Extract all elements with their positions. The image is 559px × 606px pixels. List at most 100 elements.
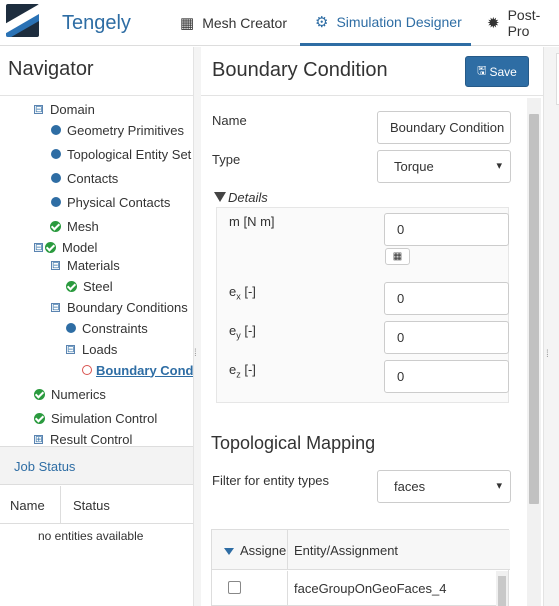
gears-icon: ⚙ (315, 13, 329, 31)
field-label-ex: ex [-] (229, 284, 256, 302)
brand-name: Tengely (62, 12, 131, 34)
check-icon (50, 220, 61, 232)
tree-item-result-control[interactable]: ⊞ Result Control (34, 429, 132, 444)
tab-label: Simulation Designer (336, 13, 462, 30)
tree-item-contacts[interactable]: Contacts (51, 168, 118, 188)
tree-item-label: Geometry Primitives (67, 122, 185, 138)
column-header-assigned[interactable]: Assigne (224, 543, 286, 558)
tree-item-label: Topological Entity Set (67, 146, 192, 162)
ex-input[interactable]: 0 (384, 282, 509, 315)
tab-mesh-creator[interactable]: ▦ Mesh Creator (180, 0, 287, 46)
status-dot-icon (51, 149, 61, 159)
tree-item-simulation-control[interactable]: Simulation Control (34, 408, 157, 428)
drag-handle-icon[interactable]: ⁞ (194, 348, 197, 359)
top-bar: Tengely ▦ Mesh Creator ⚙ Simulation Desi… (0, 0, 559, 46)
tree-item-steel[interactable]: Steel (66, 276, 113, 296)
entity-name: faceGroupOnGeoFaces_4 (287, 571, 446, 606)
save-label: Save (489, 64, 517, 79)
column-header-entity[interactable]: Entity/Assignment (287, 530, 398, 570)
scrollbar-thumb[interactable] (529, 114, 539, 504)
collapse-icon[interactable]: ⊟ (51, 302, 60, 312)
tree-item-numerics[interactable]: Numerics (34, 384, 106, 404)
panel-scrollbar[interactable] (527, 98, 541, 606)
name-label: Name (212, 113, 247, 128)
grid-scrollbar[interactable] (496, 571, 508, 606)
tab-simulation-designer[interactable]: ⚙ Simulation Designer (300, 0, 471, 46)
tree-item-boundary-condition-selected[interactable]: Boundary Cond (82, 360, 193, 380)
boundary-condition-panel: Boundary Condition 🖫 Save Name Boundary … (201, 47, 544, 606)
type-label: Type (212, 152, 241, 167)
column-header-name[interactable]: Name (10, 498, 45, 513)
tree-item-label: Materials (67, 257, 120, 273)
panel-splitter[interactable] (193, 47, 201, 606)
table-row: faceGroupOnGeoFaces_4 (212, 571, 510, 606)
incomplete-status-icon (82, 365, 92, 375)
entity-assignment-grid: Assigne Entity/Assignment faceGroupOnGeo… (211, 529, 510, 606)
entity-type-value: faces (394, 479, 426, 494)
tab-label: Mesh Creator (202, 15, 287, 31)
assign-checkbox[interactable] (228, 581, 241, 594)
drag-handle-icon[interactable]: ⁞ (546, 349, 549, 360)
field-label-m: m [N m] (229, 214, 275, 229)
divider (201, 95, 544, 96)
collapse-triangle-icon[interactable] (214, 192, 226, 202)
tab-post-pro[interactable]: ✹ Post-Pro (487, 0, 559, 46)
column-header-status[interactable]: Status (60, 486, 110, 524)
tengely-logo-icon (6, 4, 39, 37)
status-dot-icon (51, 125, 61, 135)
job-status-panel: Job Status Name Status no entities avail… (0, 446, 193, 606)
tree-item-label: Numerics (51, 386, 106, 402)
navigator-title: Navigator (8, 58, 94, 80)
grid-header: Assigne Entity/Assignment (212, 530, 510, 570)
save-button[interactable]: 🖫 Save (465, 56, 529, 87)
status-dot-icon (51, 173, 61, 183)
details-label[interactable]: Details (228, 190, 268, 205)
job-status-title[interactable]: Job Status (0, 447, 193, 485)
tree-item-mesh[interactable]: Mesh (50, 216, 99, 236)
collapse-icon[interactable]: ⊟ (51, 260, 60, 270)
tree-item-boundary-conditions[interactable]: ⊟ Boundary Conditions (51, 297, 188, 317)
tree-item-label: Mesh (67, 218, 99, 234)
job-status-header: Name Status (0, 486, 193, 524)
tree-item-domain[interactable]: ⊟ Domain (34, 99, 95, 119)
tree-item-label: Boundary Conditions (67, 299, 188, 315)
status-dot-icon (66, 323, 76, 333)
tree-item-loads[interactable]: ⊟ Loads (66, 339, 117, 359)
collapse-icon[interactable]: ⊟ (66, 344, 75, 354)
table-icon[interactable]: ▦ (385, 248, 410, 265)
entity-type-select[interactable]: faces (377, 470, 511, 503)
type-select[interactable]: Torque (377, 150, 511, 183)
collapse-icon[interactable]: ⊟ (34, 104, 43, 114)
type-value: Torque (394, 159, 434, 174)
ez-input[interactable]: 0 (384, 360, 509, 393)
ey-input[interactable]: 0 (384, 321, 509, 354)
tree-item-label: Domain (50, 101, 95, 117)
collapse-icon[interactable]: ⊟ (34, 242, 43, 252)
tree-item-label: Contacts (67, 170, 119, 186)
right-splitter[interactable]: ⁞ (543, 47, 559, 606)
tree-item-geometry-primitives[interactable]: Geometry Primitives (51, 120, 184, 140)
empty-message: no entities available (38, 529, 144, 543)
name-field[interactable]: Boundary Condition (377, 111, 511, 144)
tree-item-label: Loads (82, 341, 118, 357)
tree-item-label[interactable]: Boundary Cond (96, 363, 193, 378)
tree-item-constraints[interactable]: Constraints (66, 318, 148, 338)
tree-item-label: Constraints (82, 320, 148, 336)
expand-icon[interactable]: ⊞ (34, 434, 43, 444)
grid-icon: ▦ (180, 15, 195, 32)
tree-item-topological-entity-set[interactable]: Topological Entity Set (51, 144, 191, 164)
check-icon (45, 241, 56, 253)
tree-item-model[interactable]: ⊟ Model (34, 237, 97, 257)
tree-item-label: Model (62, 239, 98, 255)
field-label-ez: ez [-] (229, 362, 256, 380)
m-input[interactable]: 0 (384, 213, 509, 246)
floppy-disk-icon: 🖫 (477, 65, 487, 77)
navigator-tree: ⊟ Domain Geometry Primitives Topological… (0, 95, 193, 444)
filter-label: Filter for entity types (212, 473, 330, 488)
status-dot-icon (51, 197, 61, 207)
tree-item-physical-contacts[interactable]: Physical Contacts (51, 192, 170, 212)
tree-item-label: Physical Contacts (67, 194, 171, 210)
check-icon (34, 412, 45, 424)
tree-item-materials[interactable]: ⊟ Materials (51, 255, 120, 275)
check-icon (34, 388, 45, 400)
